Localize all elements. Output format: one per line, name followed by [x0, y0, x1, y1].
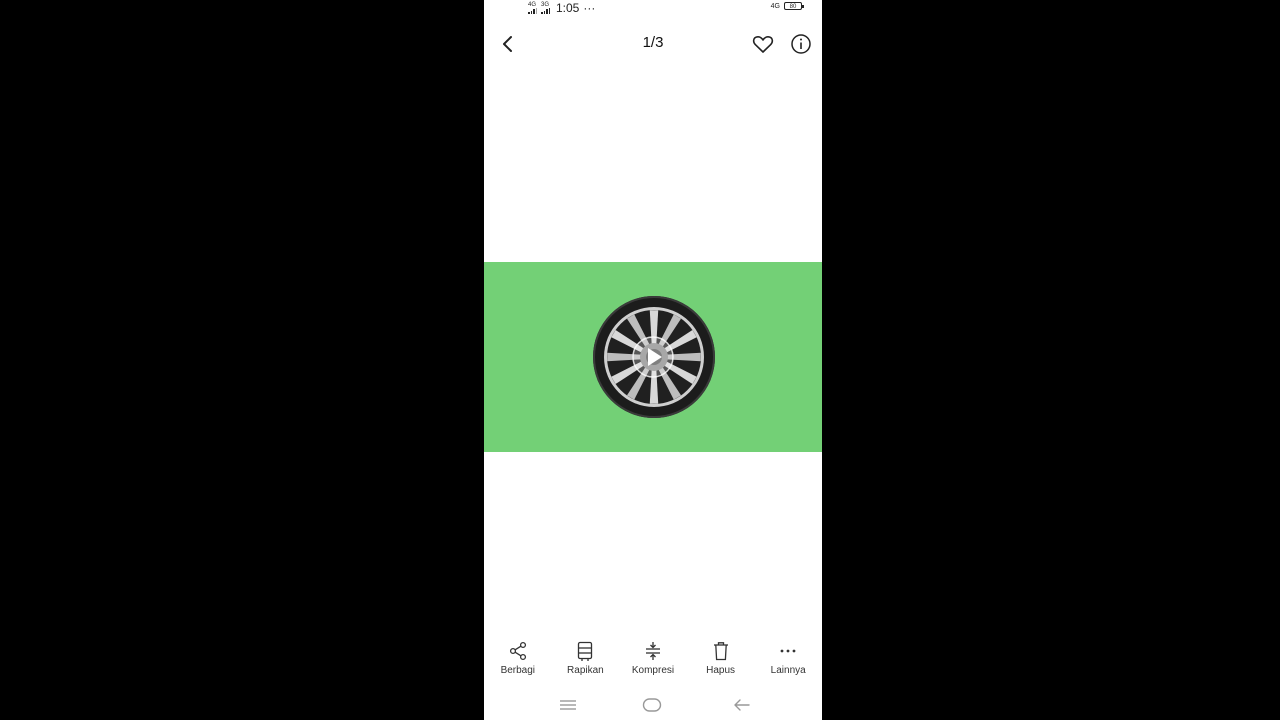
compress-label: Kompresi [631, 665, 675, 676]
info-button[interactable] [789, 32, 813, 56]
trash-icon [713, 642, 728, 661]
phone-screen: 4G 3G 1:05 ··· 4G 80 1/3 Berbagi Rapikan… [484, 0, 822, 720]
favorite-button[interactable] [751, 32, 775, 56]
signal-icon [541, 8, 550, 14]
network-indicator-1: 4G [528, 2, 537, 14]
network-indicator-2: 3G [541, 2, 550, 14]
delete-label: Hapus [706, 665, 736, 676]
signal-icon [528, 8, 537, 14]
share-icon [509, 641, 526, 661]
top-bar: 1/3 [484, 24, 822, 64]
battery-icon: 80 [784, 2, 804, 10]
battery-level: 80 [789, 4, 797, 10]
tidy-label: Rapikan [567, 665, 604, 676]
compress-button[interactable]: Kompresi [619, 640, 687, 682]
more-button[interactable]: Lainnya [754, 640, 822, 682]
info-icon [791, 34, 811, 54]
share-label: Berbagi [500, 665, 536, 676]
video-preview[interactable] [484, 262, 822, 452]
home-icon[interactable] [642, 695, 662, 715]
network-label-right: 4G [770, 2, 780, 10]
status-more: ··· [583, 1, 596, 15]
back-arrow-icon[interactable] [732, 695, 752, 715]
share-button[interactable]: Berbagi [484, 640, 552, 682]
compress-icon [645, 642, 660, 660]
more-label: Lainnya [770, 665, 806, 676]
tidy-button[interactable]: Rapikan [552, 640, 620, 682]
delete-button[interactable]: Hapus [687, 640, 755, 682]
status-bar: 4G 3G 1:05 ··· 4G 80 [484, 0, 822, 18]
navigation-bar [484, 692, 822, 716]
more-icon [780, 649, 796, 653]
status-time: 1:05 [556, 1, 580, 15]
menu-icon[interactable] [558, 695, 578, 715]
play-icon[interactable] [631, 335, 675, 379]
status-left: 4G 3G 1:05 ··· [528, 1, 595, 15]
heart-icon [752, 36, 774, 53]
bottom-toolbar: Berbagi Rapikan Kompresi Hapus Lainnya [484, 640, 822, 682]
tidy-icon [578, 641, 593, 661]
status-right: 4G 80 [770, 2, 804, 10]
